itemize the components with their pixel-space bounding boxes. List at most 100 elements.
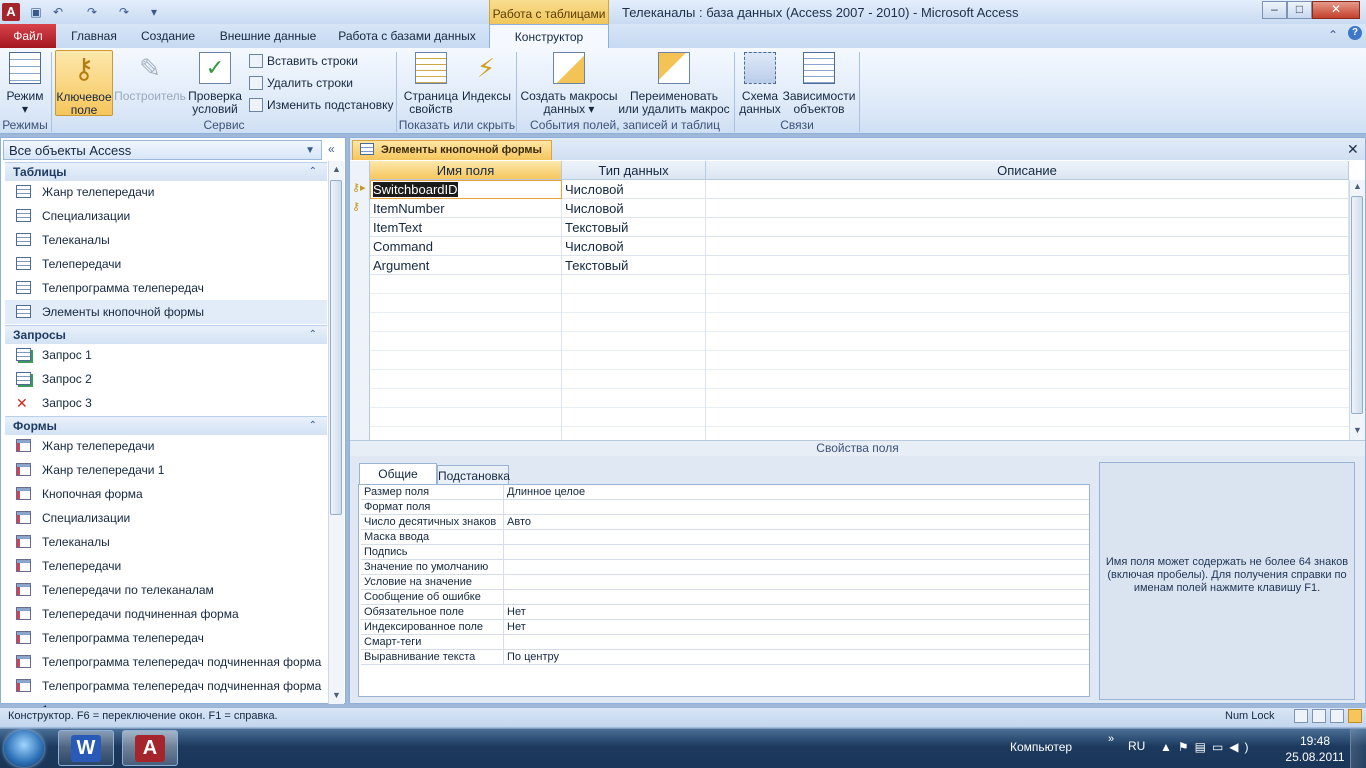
minimize-button[interactable]: – — [1262, 1, 1287, 19]
indexes-button[interactable]: ⚡ Индексы — [462, 52, 511, 103]
redo-2-icon[interactable]: ↷ — [116, 4, 132, 20]
field-name-cell[interactable]: ItemNumber — [370, 199, 562, 218]
property-row[interactable]: Выравнивание текста По центру — [361, 650, 1089, 665]
property-value[interactable]: Нет — [507, 605, 526, 619]
nav-item-table[interactable]: Специализации — [5, 204, 327, 228]
tab-create[interactable]: Создание — [134, 24, 202, 48]
nav-item-query[interactable]: Запрос 1 — [5, 343, 327, 367]
pivot-chart-view-icon[interactable] — [1330, 709, 1344, 723]
property-row[interactable]: Значение по умолчанию — [361, 560, 1089, 575]
nav-item-form[interactable]: Жанр телепередачи 1 — [5, 458, 327, 482]
nav-item-form[interactable]: Телеканалы — [5, 530, 327, 554]
nav-item-query[interactable]: Запрос 2 — [5, 367, 327, 391]
grid-scroll-thumb[interactable] — [1351, 196, 1363, 414]
description-cell[interactable] — [706, 199, 1349, 218]
empty-rows-name[interactable] — [370, 275, 562, 440]
nav-item-form[interactable]: Телепередачи — [5, 554, 327, 578]
description-cell[interactable] — [706, 180, 1349, 199]
close-window-button[interactable]: ✕ — [1312, 1, 1360, 19]
start-button[interactable] — [4, 730, 44, 767]
description-cell[interactable] — [706, 237, 1349, 256]
nav-section-queries[interactable]: Запросы ⌃ — [5, 325, 327, 344]
tray-clock[interactable]: 19:48 25.08.2011 — [1285, 733, 1345, 765]
nav-item-table[interactable]: Телепрограмма телепередач — [5, 276, 327, 300]
nav-pane-header[interactable]: Все объекты Access ▼ — [3, 140, 322, 160]
test-rules-button[interactable]: ✓ Проверка условий — [186, 52, 244, 116]
tray-expand-icon[interactable]: » — [1108, 733, 1114, 745]
tray-icons[interactable]: ▲⚑▤▭◀) — [1160, 740, 1255, 754]
tab-home[interactable]: Главная — [62, 24, 126, 48]
description-cell[interactable] — [706, 256, 1349, 275]
table-row[interactable]: ItemNumber Числовой — [370, 199, 1349, 218]
pivot-table-view-icon[interactable] — [1312, 709, 1326, 723]
property-row[interactable]: Формат поля — [361, 500, 1089, 515]
data-type-cell[interactable]: Текстовый — [562, 218, 706, 237]
table-row[interactable]: ItemText Текстовый — [370, 218, 1349, 237]
tab-design[interactable]: Конструктор — [489, 24, 609, 48]
insert-rows-button[interactable]: Вставить строки — [249, 53, 358, 69]
property-row[interactable]: Подпись — [361, 545, 1089, 560]
nav-item-table[interactable]: Телеканалы — [5, 228, 327, 252]
taskbar-access-button[interactable]: A — [122, 730, 178, 766]
property-row[interactable]: Маска ввода — [361, 530, 1089, 545]
property-row[interactable]: Условие на значение — [361, 575, 1089, 590]
description-cell[interactable] — [706, 218, 1349, 237]
redo-icon[interactable]: ↷ — [84, 4, 100, 20]
nav-section-forms[interactable]: Формы ⌃ — [5, 416, 327, 435]
object-dependencies-button[interactable]: Зависимости объектов — [782, 52, 856, 116]
delete-rows-button[interactable]: Удалить строки — [249, 75, 353, 91]
data-type-cell[interactable]: Числовой — [562, 199, 706, 218]
property-value[interactable]: Нет — [507, 620, 526, 634]
nav-item-form[interactable]: Жанр телепередачи — [5, 434, 327, 458]
tab-general[interactable]: Общие — [359, 463, 437, 485]
property-value[interactable]: По центру — [507, 650, 559, 664]
property-row[interactable]: Смарт-теги — [361, 635, 1089, 650]
customize-qat-icon[interactable]: ▾ — [146, 4, 162, 20]
scroll-down-icon[interactable]: ▼ — [332, 690, 341, 700]
scroll-down-icon[interactable]: ▼ — [1353, 425, 1362, 435]
nav-scroll-thumb[interactable] — [330, 180, 342, 515]
empty-rows-type[interactable] — [562, 275, 706, 440]
table-row[interactable]: Argument Текстовый — [370, 256, 1349, 275]
data-type-cell[interactable]: Текстовый — [562, 256, 706, 275]
relationships-button[interactable]: Схема данных — [738, 52, 782, 116]
data-type-cell[interactable]: Числовой — [562, 237, 706, 256]
empty-rows-description[interactable] — [706, 275, 1349, 440]
tab-external-data[interactable]: Внешние данные — [214, 24, 322, 48]
scroll-up-icon[interactable]: ▲ — [1353, 181, 1362, 191]
maximize-button[interactable]: □ — [1287, 1, 1312, 19]
nav-item-form[interactable]: Телепрограмма телепередач — [5, 626, 327, 650]
property-value[interactable]: Длинное целое — [507, 485, 585, 499]
property-row[interactable]: Число десятичных знаков Авто — [361, 515, 1089, 530]
nav-item-table-selected[interactable]: Элементы кнопочной формы — [5, 300, 327, 324]
language-indicator[interactable]: RU — [1128, 739, 1145, 753]
design-view-icon[interactable] — [1348, 709, 1362, 723]
close-document-button[interactable]: ✕ — [1347, 141, 1359, 158]
datasheet-view-icon[interactable] — [1294, 709, 1308, 723]
property-value[interactable]: Авто — [507, 515, 531, 529]
nav-item-form[interactable]: Специализации — [5, 506, 327, 530]
show-desktop-button[interactable] — [1350, 729, 1366, 768]
tab-database-tools[interactable]: Работа с базами данных — [334, 24, 480, 48]
data-type-cell[interactable]: Числовой — [562, 180, 706, 199]
nav-item-table[interactable]: Телепередачи — [5, 252, 327, 276]
save-icon[interactable]: ▣ — [28, 4, 44, 20]
taskbar-word-button[interactable]: W — [58, 730, 114, 766]
property-row[interactable]: Индексированное поле Нет — [361, 620, 1089, 635]
property-row[interactable]: Сообщение об ошибке — [361, 590, 1089, 605]
property-row[interactable]: Размер поля Длинное целое — [361, 485, 1089, 500]
tab-file[interactable]: Файл — [0, 24, 56, 48]
field-name-cell[interactable]: Command — [370, 237, 562, 256]
help-arrow-icon[interactable]: ⌃ — [1328, 28, 1338, 42]
property-row[interactable]: Обязательное поле Нет — [361, 605, 1089, 620]
tray-computer-label[interactable]: Компьютер — [1010, 740, 1072, 754]
field-name-cell[interactable]: ItemText — [370, 218, 562, 237]
rename-delete-macro-button[interactable]: Переименовать или удалить макрос — [618, 52, 730, 116]
nav-item-query[interactable]: ✕ Запрос 3 — [5, 391, 327, 415]
property-sheet-button[interactable]: Страница свойств — [401, 52, 461, 116]
nav-item-form[interactable]: Телепрограмма телепередач подчиненная фо… — [5, 650, 327, 674]
nav-item-form[interactable]: Телепрограмма телепередач подчиненная фо… — [5, 674, 327, 717]
tab-lookup[interactable]: Подстановка — [437, 465, 510, 485]
scroll-up-icon[interactable]: ▲ — [332, 164, 341, 174]
primary-key-button[interactable]: ⚷ Ключевое поле — [55, 50, 113, 117]
